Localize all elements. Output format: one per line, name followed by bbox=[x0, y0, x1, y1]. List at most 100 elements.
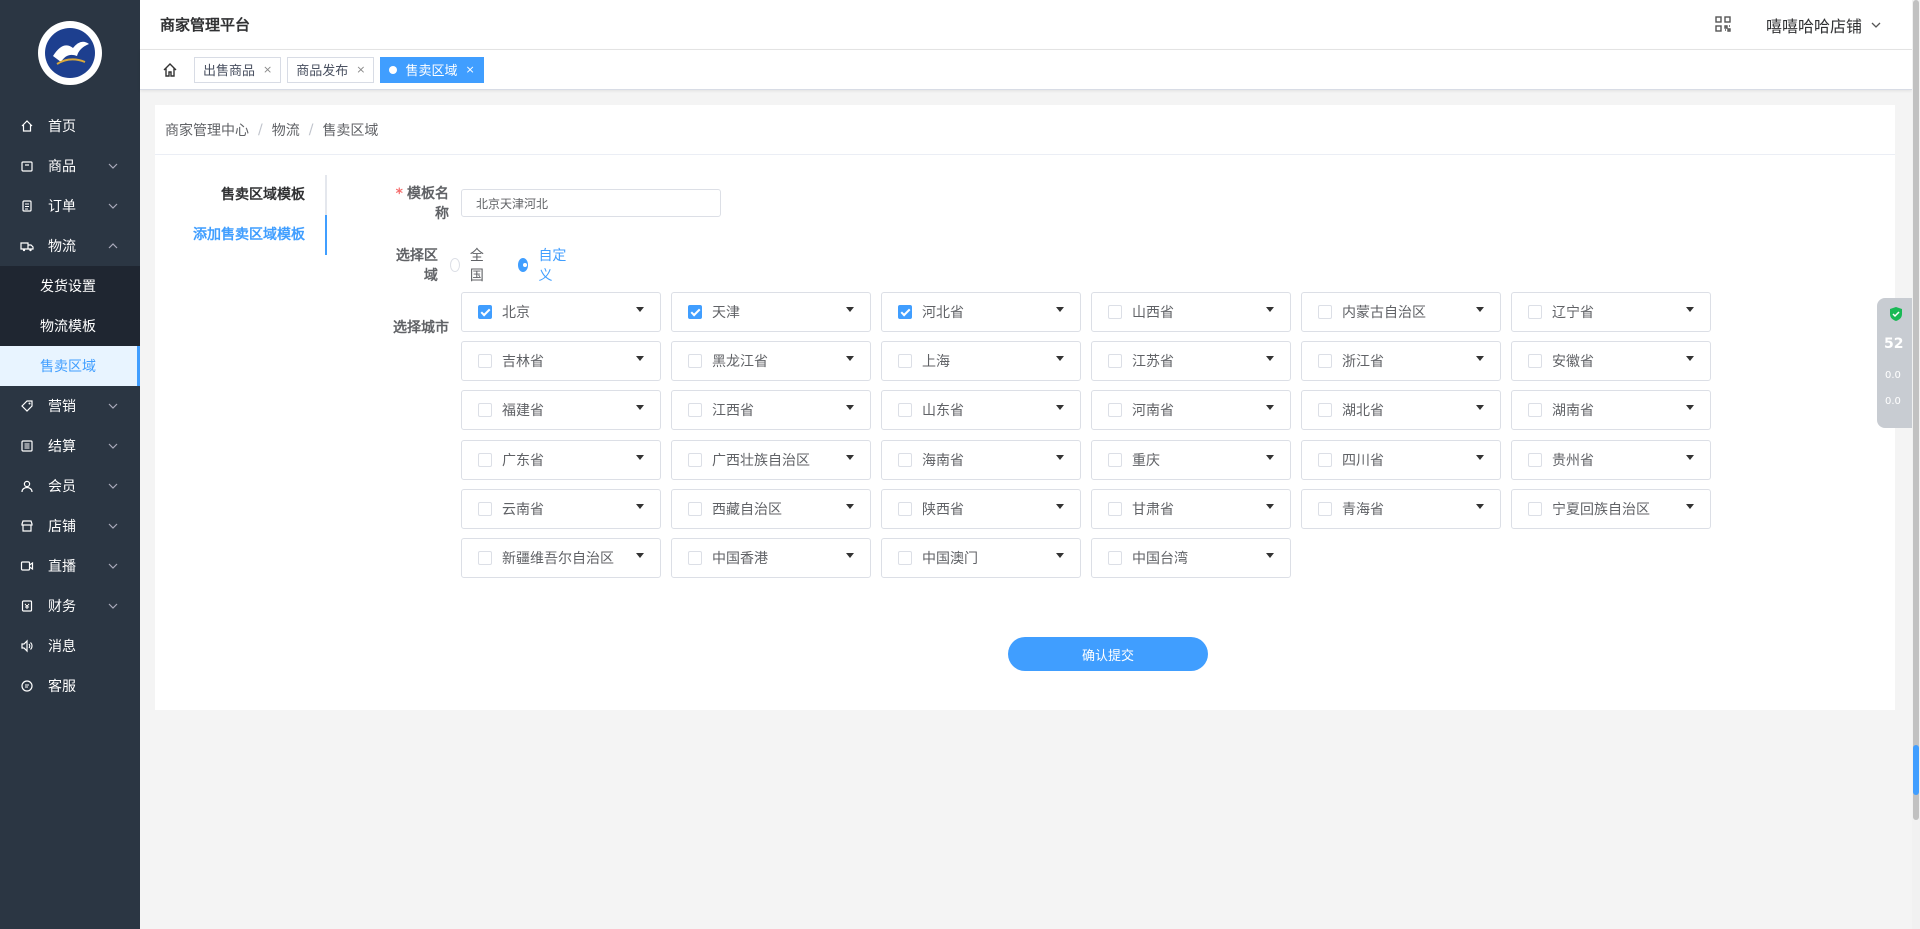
province-checkbox[interactable] bbox=[898, 305, 912, 319]
province-select[interactable]: 广西壮族自治区 bbox=[671, 439, 871, 480]
scrollbar-thumb[interactable] bbox=[1913, 0, 1919, 820]
province-checkbox[interactable] bbox=[688, 452, 702, 467]
province-checkbox[interactable] bbox=[1528, 452, 1542, 467]
caret-down-icon[interactable] bbox=[636, 307, 644, 312]
province-checkbox[interactable] bbox=[1528, 501, 1542, 516]
province-select[interactable]: 北京 bbox=[461, 292, 661, 332]
breadcrumb-item-1[interactable]: 物流 bbox=[272, 120, 300, 140]
caret-down-icon[interactable] bbox=[1056, 307, 1064, 312]
caret-down-icon[interactable] bbox=[1056, 553, 1064, 558]
close-icon[interactable]: × bbox=[356, 63, 365, 76]
province-checkbox[interactable] bbox=[478, 403, 492, 418]
province-checkbox[interactable] bbox=[478, 354, 492, 369]
province-checkbox[interactable] bbox=[898, 403, 912, 418]
province-checkbox[interactable] bbox=[478, 305, 492, 319]
caret-down-icon[interactable] bbox=[1476, 454, 1484, 460]
sidebar-item-home[interactable]: 首页 bbox=[0, 106, 140, 146]
submit-button[interactable]: 确认提交 bbox=[1008, 637, 1208, 671]
caret-down-icon[interactable] bbox=[846, 553, 854, 558]
close-icon[interactable]: × bbox=[465, 63, 474, 76]
caret-down-icon[interactable] bbox=[1476, 356, 1484, 362]
sidebar-item-user[interactable]: 会员 bbox=[0, 466, 140, 506]
caret-down-icon[interactable] bbox=[1266, 307, 1274, 312]
caret-down-icon[interactable] bbox=[1476, 307, 1484, 312]
caret-down-icon[interactable] bbox=[636, 454, 644, 460]
caret-down-icon[interactable] bbox=[1266, 356, 1274, 362]
province-select[interactable]: 吉林省 bbox=[461, 341, 661, 382]
sidebar-item-speaker[interactable]: 消息 bbox=[0, 626, 140, 666]
caret-down-icon[interactable] bbox=[1476, 503, 1484, 509]
province-select[interactable]: 江苏省 bbox=[1091, 341, 1291, 382]
caret-down-icon[interactable] bbox=[636, 503, 644, 509]
tag-1[interactable]: 商品发布 × bbox=[287, 56, 375, 83]
sidebar-item-goods[interactable]: 商品 bbox=[0, 146, 140, 186]
caret-down-icon[interactable] bbox=[846, 356, 854, 362]
province-select[interactable]: 浙江省 bbox=[1301, 341, 1501, 382]
province-checkbox[interactable] bbox=[1318, 403, 1332, 418]
province-select[interactable]: 新疆维吾尔自治区 bbox=[461, 538, 661, 578]
region-radio-1[interactable]: 自定义 bbox=[518, 245, 567, 285]
province-select[interactable]: 中国香港 bbox=[671, 538, 871, 578]
province-select[interactable]: 广东省 bbox=[461, 439, 661, 480]
province-checkbox[interactable] bbox=[688, 551, 702, 565]
sidebar-item-service[interactable]: 客服 bbox=[0, 666, 140, 706]
province-checkbox[interactable] bbox=[478, 452, 492, 467]
side-tab-1[interactable]: 添加售卖区域模板 bbox=[155, 215, 327, 255]
province-checkbox[interactable] bbox=[1318, 305, 1332, 319]
sidebar-item-live[interactable]: 直播 bbox=[0, 546, 140, 586]
province-select[interactable]: 安徽省 bbox=[1511, 341, 1711, 382]
province-select[interactable]: 天津 bbox=[671, 292, 871, 332]
province-select[interactable]: 中国台湾 bbox=[1091, 538, 1291, 578]
province-select[interactable]: 青海省 bbox=[1301, 488, 1501, 529]
sidebar-subitem-0[interactable]: 发货设置 bbox=[0, 266, 140, 306]
province-select[interactable]: 云南省 bbox=[461, 488, 661, 529]
sidebar-item-tag[interactable]: 营销 bbox=[0, 386, 140, 426]
caret-down-icon[interactable] bbox=[846, 405, 854, 411]
province-select[interactable]: 山东省 bbox=[881, 390, 1081, 431]
province-checkbox[interactable] bbox=[478, 501, 492, 516]
province-checkbox[interactable] bbox=[898, 551, 912, 565]
sidebar-subitem-1[interactable]: 物流模板 bbox=[0, 306, 140, 346]
province-checkbox[interactable] bbox=[688, 403, 702, 418]
province-select[interactable]: 重庆 bbox=[1091, 439, 1291, 480]
caret-down-icon[interactable] bbox=[1266, 503, 1274, 509]
province-checkbox[interactable] bbox=[1108, 501, 1122, 516]
user-menu[interactable]: 嘻嘻哈哈店铺 bbox=[1766, 13, 1882, 37]
page-scrollbar[interactable] bbox=[1912, 0, 1920, 929]
caret-down-icon[interactable] bbox=[846, 454, 854, 460]
province-select[interactable]: 湖南省 bbox=[1511, 390, 1711, 431]
province-select[interactable]: 内蒙古自治区 bbox=[1301, 292, 1501, 332]
province-checkbox[interactable] bbox=[1528, 305, 1542, 319]
caret-down-icon[interactable] bbox=[1686, 405, 1694, 411]
province-select[interactable]: 上海 bbox=[881, 341, 1081, 382]
province-checkbox[interactable] bbox=[1108, 403, 1122, 418]
qrcode-icon[interactable] bbox=[1714, 15, 1732, 33]
caret-down-icon[interactable] bbox=[636, 405, 644, 411]
province-checkbox[interactable] bbox=[1108, 452, 1122, 467]
province-select[interactable]: 西藏自治区 bbox=[671, 488, 871, 529]
template-name-input[interactable] bbox=[461, 189, 721, 217]
caret-down-icon[interactable] bbox=[1266, 454, 1274, 460]
sidebar-subitem-2[interactable]: 售卖区域 bbox=[0, 346, 140, 386]
province-checkbox[interactable] bbox=[1318, 501, 1332, 516]
caret-down-icon[interactable] bbox=[846, 503, 854, 509]
caret-down-icon[interactable] bbox=[1056, 454, 1064, 460]
sidebar-item-store[interactable]: 店铺 bbox=[0, 506, 140, 546]
sidebar-item-finance[interactable]: 财务 bbox=[0, 586, 140, 626]
province-checkbox[interactable] bbox=[898, 501, 912, 516]
province-checkbox[interactable] bbox=[1528, 403, 1542, 418]
province-select[interactable]: 河南省 bbox=[1091, 390, 1291, 431]
province-select[interactable]: 海南省 bbox=[881, 439, 1081, 480]
province-checkbox[interactable] bbox=[688, 305, 702, 319]
province-checkbox[interactable] bbox=[1528, 354, 1542, 369]
side-tab-0[interactable]: 售卖区域模板 bbox=[155, 175, 327, 215]
province-select[interactable]: 中国澳门 bbox=[881, 538, 1081, 578]
caret-down-icon[interactable] bbox=[1056, 356, 1064, 362]
caret-down-icon[interactable] bbox=[1266, 553, 1274, 558]
sidebar-item-order[interactable]: 订单 bbox=[0, 186, 140, 226]
province-select[interactable]: 福建省 bbox=[461, 390, 661, 431]
tag-0[interactable]: 出售商品 × bbox=[194, 56, 282, 83]
caret-down-icon[interactable] bbox=[1686, 356, 1694, 362]
caret-down-icon[interactable] bbox=[1686, 307, 1694, 312]
province-checkbox[interactable] bbox=[1108, 551, 1122, 565]
